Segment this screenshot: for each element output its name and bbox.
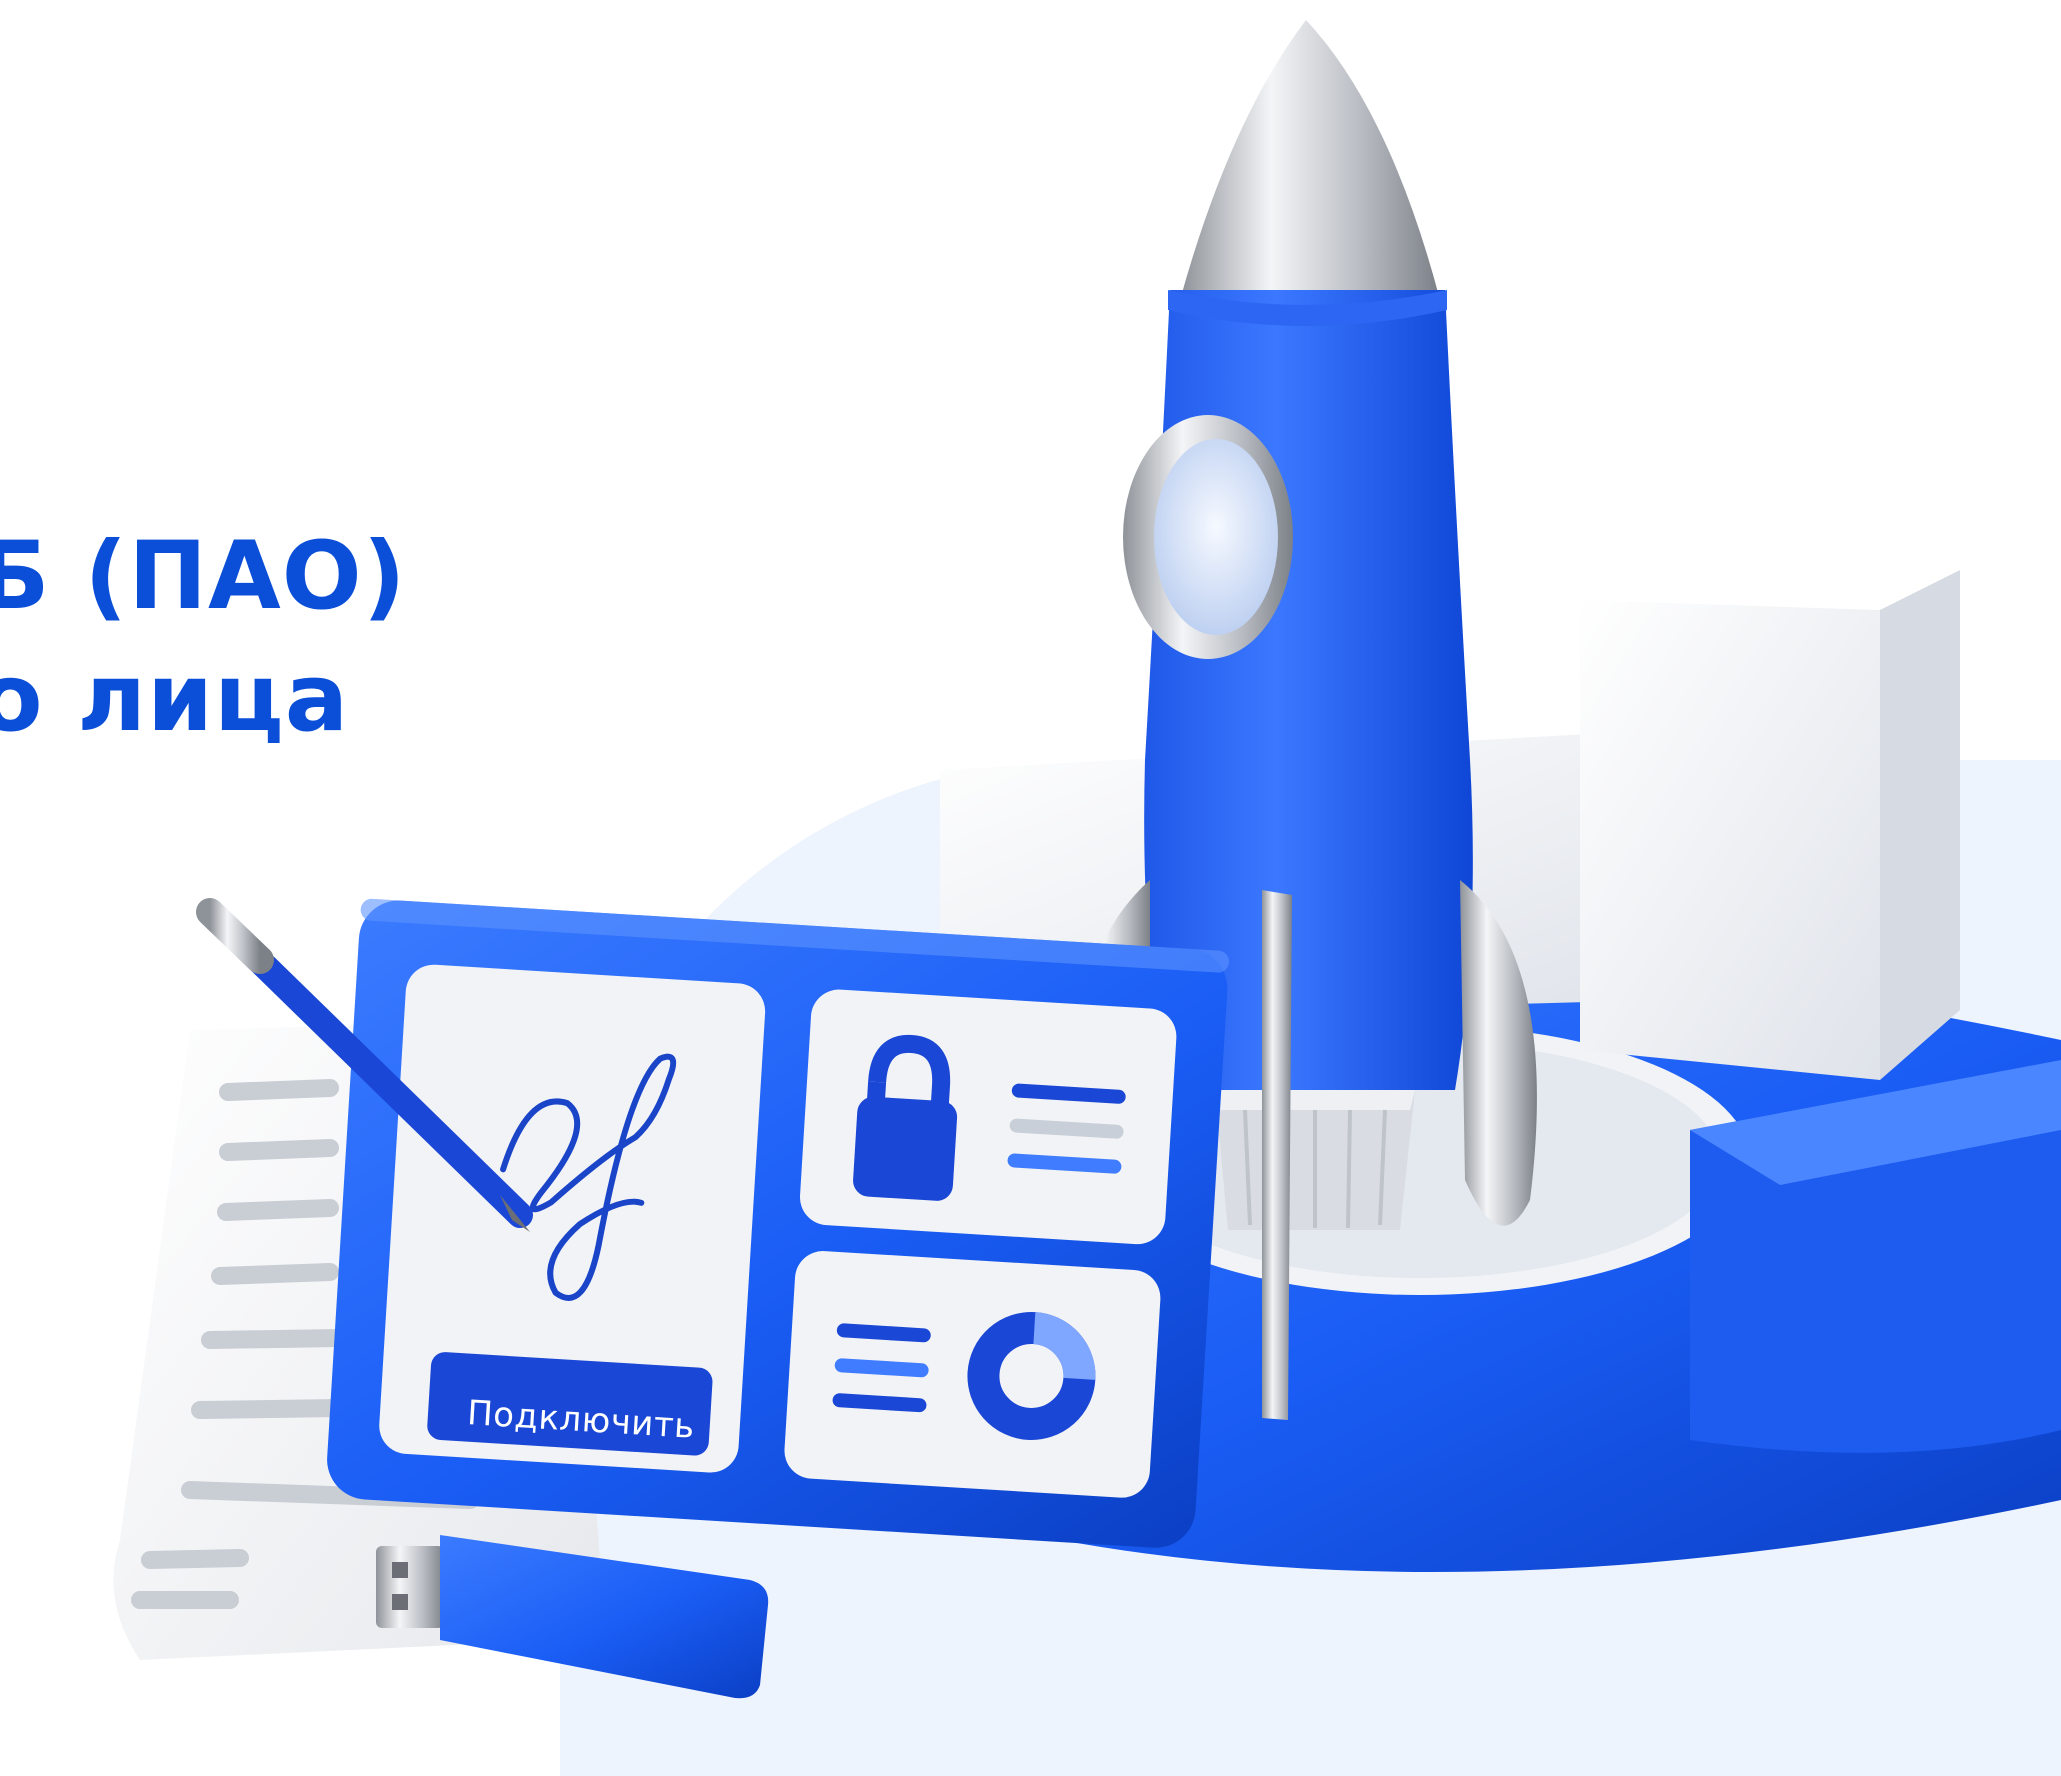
connect-button[interactable]: Подключить <box>438 1367 725 1472</box>
usb-token-icon <box>376 1535 769 1699</box>
illustration <box>113 20 2061 1699</box>
promo-banner: Б (ПАО) о лица Подключить <box>0 0 2061 1776</box>
